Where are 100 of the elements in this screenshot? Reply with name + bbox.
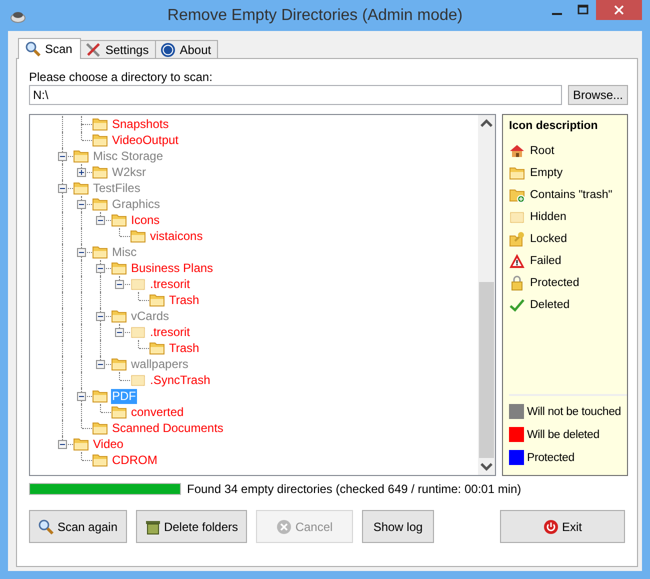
log-button[interactable]: Show log <box>362 510 434 543</box>
minimize-icon <box>552 13 562 15</box>
legend-label: Contains "trash" <box>530 189 612 201</box>
folder-icon <box>149 292 165 308</box>
folder-icon <box>509 165 525 181</box>
collapse-icon[interactable] <box>96 312 105 321</box>
maximize-icon <box>577 4 589 16</box>
folder-icon <box>92 116 108 132</box>
checkmark-icon <box>509 297 525 313</box>
legend-label: Hidden <box>530 211 566 223</box>
window-title: Remove Empty Directories (Admin mode) <box>166 6 464 24</box>
legend-label: Locked <box>530 233 568 245</box>
browse-button[interactable]: Browse... <box>568 85 628 105</box>
legend-label: Empty <box>530 167 563 179</box>
collapse-icon[interactable] <box>58 440 67 449</box>
folder-name[interactable]: Snapshots <box>111 116 170 132</box>
legend-label: Will not be touched <box>527 406 622 418</box>
folder-icon <box>73 180 89 196</box>
folder-icon <box>149 340 165 356</box>
folder-name[interactable]: Trash <box>168 340 200 356</box>
folder-icon <box>73 436 89 452</box>
tab[interactable]: Settings <box>80 40 156 58</box>
legend-label: Deleted <box>530 299 570 311</box>
folder-icon <box>92 244 108 260</box>
status-text: Found 34 empty directories (checked 649 / runtime: 00:01 min) <box>187 482 522 496</box>
delete-button[interactable]: Delete folders <box>136 510 247 543</box>
scan-button[interactable]: Scan again <box>29 510 127 543</box>
folder-name[interactable]: CDROM <box>111 452 158 468</box>
folder-name[interactable]: Trash <box>168 292 200 308</box>
folder-name[interactable]: vCards <box>130 308 170 324</box>
trash-bin-icon <box>144 518 161 534</box>
close-button[interactable] <box>596 0 642 20</box>
directory-label: Please choose a directory to scan: <box>29 69 214 85</box>
cancel-icon <box>276 518 292 534</box>
padlock-icon <box>509 275 525 291</box>
hidden-folder-icon <box>130 372 146 388</box>
folder-icon <box>111 308 127 324</box>
legend-label: Failed <box>530 255 562 267</box>
folder-icon <box>73 148 89 164</box>
tools-icon <box>85 42 102 58</box>
folder-name[interactable]: Video <box>92 436 124 452</box>
legend-label: Root <box>530 145 554 157</box>
hidden-folder-icon <box>130 324 146 340</box>
tab[interactable]: About <box>154 40 218 58</box>
legend-title: Icon description <box>509 120 599 134</box>
folder-icon <box>111 356 127 372</box>
power-icon <box>542 518 559 534</box>
folder-icon <box>111 404 127 420</box>
folder-name[interactable]: W2ksr <box>111 164 147 180</box>
folder-name[interactable]: .tresorit <box>149 276 192 292</box>
search-icon <box>38 518 54 534</box>
folder-name[interactable]: .SyncTrash <box>149 372 212 388</box>
warning-icon <box>509 253 525 269</box>
collapse-icon[interactable] <box>96 216 105 225</box>
collapse-icon[interactable] <box>77 248 86 257</box>
folder-name[interactable]: .tresorit <box>149 324 192 340</box>
folder-icon <box>111 260 127 276</box>
close-icon <box>613 4 625 16</box>
folder-name[interactable]: Business Plans <box>130 260 214 276</box>
scrollbar-thumb[interactable] <box>479 282 494 458</box>
folder-name[interactable]: Icons <box>130 212 161 228</box>
folder-icon <box>130 228 146 244</box>
folder-icon <box>92 132 108 148</box>
folder-name[interactable]: vistaicons <box>149 228 204 244</box>
folder-name[interactable]: Misc <box>111 244 138 260</box>
folder-name[interactable]: Graphics <box>111 196 162 212</box>
collapse-icon[interactable] <box>96 360 105 369</box>
folder-name[interactable]: TestFiles <box>92 180 142 196</box>
folder-name[interactable]: Misc Storage <box>92 148 164 164</box>
tab[interactable]: Scan <box>18 38 82 59</box>
scrollbar[interactable] <box>478 115 495 475</box>
folder-key-icon <box>509 231 525 247</box>
legend-label: Will be deleted <box>527 428 600 440</box>
collapse-icon[interactable] <box>58 152 67 161</box>
collapse-icon[interactable] <box>77 200 86 209</box>
directory-field[interactable]: N:\ <box>29 85 562 105</box>
collapse-icon[interactable] <box>96 264 105 273</box>
folder-name[interactable]: VideoOutput <box>111 132 180 148</box>
folder-icon <box>92 452 108 468</box>
expand-icon[interactable] <box>77 168 86 177</box>
folder-name[interactable]: Scanned Documents <box>111 420 224 436</box>
folder-name[interactable]: converted <box>130 404 185 420</box>
folder-icon <box>92 420 108 436</box>
collapse-icon[interactable] <box>115 280 124 289</box>
folder-icon <box>111 212 127 228</box>
exit-button[interactable]: Exit <box>500 510 625 543</box>
search-icon <box>25 41 41 57</box>
collapse-icon[interactable] <box>115 328 124 337</box>
folder-name[interactable]: PDF <box>111 388 137 404</box>
folder-icon <box>92 196 108 212</box>
collapse-icon[interactable] <box>58 184 67 193</box>
legend-label: Protected <box>530 277 580 289</box>
collapse-icon[interactable] <box>77 392 86 401</box>
house-icon <box>509 143 525 159</box>
folder-name[interactable]: wallpapers <box>130 356 190 372</box>
legend-label: Protected <box>527 452 574 464</box>
folder-icon <box>92 388 108 404</box>
hidden-folder-icon <box>509 209 525 225</box>
folder-plus-icon <box>509 187 525 203</box>
folder-icon <box>92 164 108 180</box>
